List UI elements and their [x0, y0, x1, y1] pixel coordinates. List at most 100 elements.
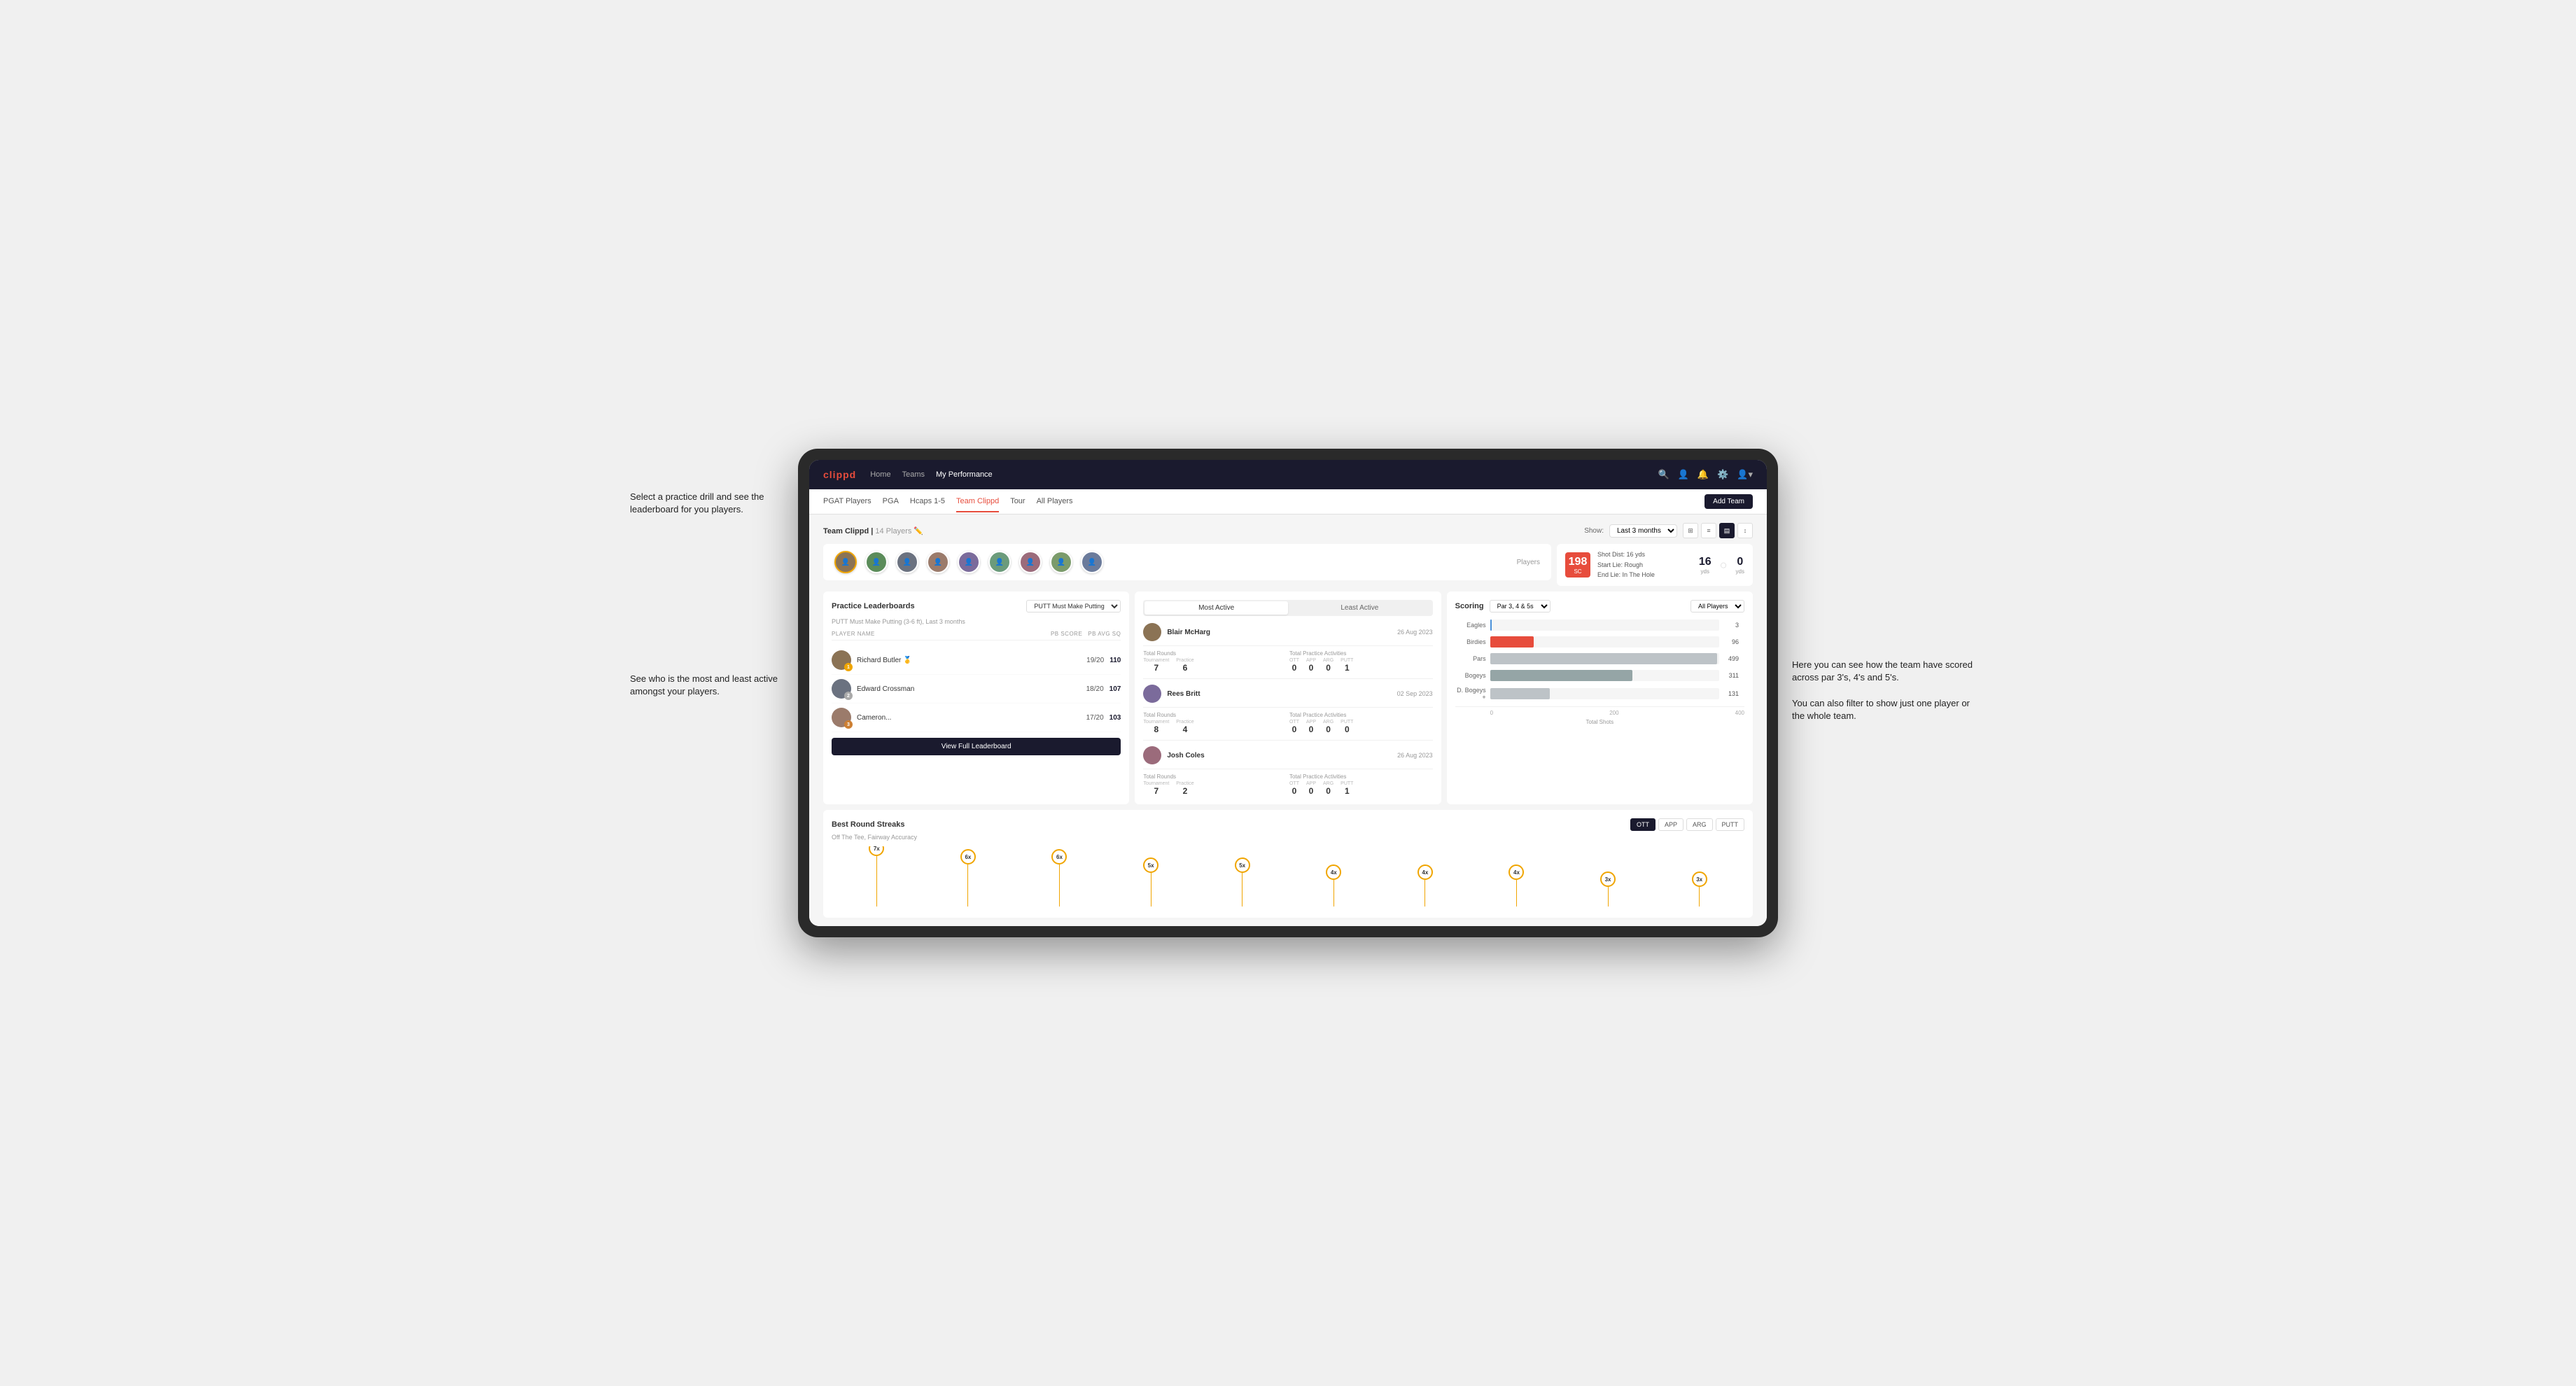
nav-my-performance[interactable]: My Performance	[936, 468, 993, 482]
axis-400: 400	[1735, 710, 1744, 716]
bar-track-birdies: 96	[1490, 636, 1719, 648]
subnav-team-clippd[interactable]: Team Clippd	[956, 491, 999, 512]
chart-x-label: Total Shots	[1455, 719, 1744, 725]
shot-metric-1: 16 yds	[1699, 556, 1712, 575]
bar-label-doubles: D. Bogeys +	[1455, 687, 1486, 701]
shot-number: 198	[1569, 556, 1588, 568]
total-rounds-block-3: Total Rounds Tournament 7 Practice	[1143, 774, 1287, 796]
metric1-unit: yds	[1699, 568, 1712, 575]
streak-point-4: 5x	[1106, 858, 1196, 906]
add-team-button[interactable]: Add Team	[1704, 494, 1753, 509]
subnav-pga[interactable]: PGA	[883, 491, 899, 512]
profile-icon[interactable]: 👤▾	[1737, 469, 1753, 480]
bar-row-birdies: Birdies 96	[1455, 636, 1719, 648]
subnav-pgat[interactable]: PGAT Players	[823, 491, 872, 512]
streak-circle-9: 3x	[1600, 872, 1616, 887]
streak-point-7: 4x	[1380, 864, 1471, 906]
bar-value-birdies: 96	[1732, 638, 1739, 645]
player-avatar-1[interactable]: 👤	[834, 551, 857, 573]
nav-teams[interactable]: Teams	[902, 468, 925, 482]
view-sort-icon[interactable]: ↕	[1737, 523, 1753, 538]
total-rounds-label-1: Total Rounds	[1143, 650, 1287, 657]
practice-activities-block-3: Total Practice Activities OTT 0 APP	[1289, 774, 1433, 796]
view-table-icon[interactable]: ▤	[1719, 523, 1735, 538]
activity-name-2: Rees Britt	[1167, 690, 1391, 698]
view-list-icon[interactable]: ≡	[1701, 523, 1716, 538]
streaks-tab-app[interactable]: APP	[1658, 818, 1684, 831]
show-select[interactable]: Last 3 months Last 6 months Last year	[1609, 524, 1677, 538]
practice-activities-block-1: Total Practice Activities OTT 0 APP	[1289, 650, 1433, 673]
leaderboard-header: Practice Leaderboards PUTT Must Make Put…	[832, 600, 1121, 612]
streak-line-1	[876, 856, 877, 906]
lb-avatar-1: 1	[832, 650, 851, 670]
person-icon[interactable]: 👤	[1678, 469, 1689, 480]
streak-point-10: 3x	[1654, 872, 1744, 906]
rank-badge-1: 1	[844, 663, 853, 671]
activity-date-2: 02 Sep 2023	[1397, 690, 1433, 697]
streak-circle-2: 6x	[960, 849, 976, 864]
player-avatar-8[interactable]: 👤	[1050, 551, 1072, 573]
metric2-val: 0	[1736, 556, 1744, 568]
scoring-card: Scoring Par 3, 4 & 5s Par 3s Par 4s Par …	[1447, 592, 1753, 804]
settings-icon[interactable]: ⚙️	[1717, 469, 1728, 480]
shot-card: 198 SC Shot Dist: 16 yds Start Lie: Roug…	[1557, 544, 1753, 586]
view-icons: ⊞ ≡ ▤ ↕	[1683, 523, 1753, 538]
bar-label-birdies: Birdies	[1455, 638, 1486, 645]
bar-fill-birdies	[1490, 636, 1534, 648]
subnav-all-players[interactable]: All Players	[1037, 491, 1073, 512]
app-logo: clippd	[823, 469, 856, 480]
streak-points-container: 7x 6x 6x 5x	[832, 846, 1744, 909]
subnav-tour[interactable]: Tour	[1010, 491, 1025, 512]
player-avatar-2[interactable]: 👤	[865, 551, 888, 573]
lb-score-2: 18/20	[1086, 685, 1104, 693]
scoring-header: Scoring Par 3, 4 & 5s Par 3s Par 4s Par …	[1455, 600, 1744, 612]
activity-tabs: Most Active Least Active	[1143, 600, 1432, 616]
view-grid-icon[interactable]: ⊞	[1683, 523, 1698, 538]
streak-circle-10: 3x	[1692, 872, 1707, 887]
nav-home[interactable]: Home	[870, 468, 890, 482]
player-avatar-3[interactable]: 👤	[896, 551, 918, 573]
metric-divider: ○	[1720, 558, 1728, 573]
activity-stats-3: Total Rounds Tournament 7 Practice	[1143, 774, 1432, 796]
activity-player-2: Rees Britt 02 Sep 2023 Total Rounds Tour…	[1143, 685, 1432, 741]
view-full-leaderboard-button[interactable]: View Full Leaderboard	[832, 738, 1121, 755]
search-icon[interactable]: 🔍	[1658, 469, 1670, 480]
streaks-tab-ott[interactable]: OTT	[1630, 818, 1656, 831]
bar-row-eagles: Eagles 3	[1455, 620, 1719, 631]
streak-point-1: 7x	[832, 846, 922, 906]
activity-avatar-1	[1143, 623, 1161, 641]
drill-select[interactable]: PUTT Must Make Putting	[1026, 600, 1121, 612]
col-pb-score: PB SCORE	[1051, 631, 1082, 637]
player-avatar-4[interactable]: 👤	[927, 551, 949, 573]
player-avatar-9[interactable]: 👤	[1081, 551, 1103, 573]
shot-info: Shot Dist: 16 yds Start Lie: Rough End L…	[1597, 550, 1692, 580]
streaks-title: Best Round Streaks	[832, 820, 905, 829]
streaks-tab-putt[interactable]: PUTT	[1716, 818, 1745, 831]
col-player-name: PLAYER NAME	[832, 631, 1045, 637]
bar-track-pars: 499	[1490, 653, 1719, 664]
streaks-chart: 7x 6x 6x 5x	[832, 846, 1744, 909]
player-avatar-7[interactable]: 👤	[1019, 551, 1042, 573]
annotation-active: See who is the most and least active amo…	[630, 673, 784, 698]
least-active-tab[interactable]: Least Active	[1288, 601, 1432, 615]
shot-metric-2: 0 yds	[1736, 556, 1744, 575]
player-avatar-6[interactable]: 👤	[988, 551, 1011, 573]
activity-player-1: Blair McHarg 26 Aug 2023 Total Rounds To…	[1143, 623, 1432, 679]
bar-fill-eagles	[1490, 620, 1492, 631]
nav-icons: 🔍 👤 🔔 ⚙️ 👤▾	[1658, 469, 1753, 480]
subnav-hcaps[interactable]: Hcaps 1-5	[910, 491, 945, 512]
most-active-tab[interactable]: Most Active	[1144, 601, 1288, 615]
three-columns: Practice Leaderboards PUTT Must Make Put…	[823, 592, 1753, 804]
practice-activities-block-2: Total Practice Activities OTT 0 APP	[1289, 712, 1433, 734]
total-rounds-block-2: Total Rounds Tournament 8 Practice	[1143, 712, 1287, 734]
activity-avatar-2	[1143, 685, 1161, 703]
scoring-player-select[interactable]: All Players	[1690, 600, 1744, 612]
streak-line-3	[1059, 864, 1060, 906]
player-avatar-5[interactable]: 👤	[958, 551, 980, 573]
scoring-par-select[interactable]: Par 3, 4 & 5s Par 3s Par 4s Par 5s	[1490, 600, 1550, 612]
leaderboard-col-headers: PLAYER NAME PB SCORE PB AVG SQ	[832, 631, 1121, 640]
streaks-tab-arg[interactable]: ARG	[1686, 818, 1713, 831]
bar-value-pars: 499	[1728, 655, 1739, 662]
activity-name-3: Josh Coles	[1167, 752, 1392, 760]
bell-icon[interactable]: 🔔	[1698, 469, 1709, 480]
